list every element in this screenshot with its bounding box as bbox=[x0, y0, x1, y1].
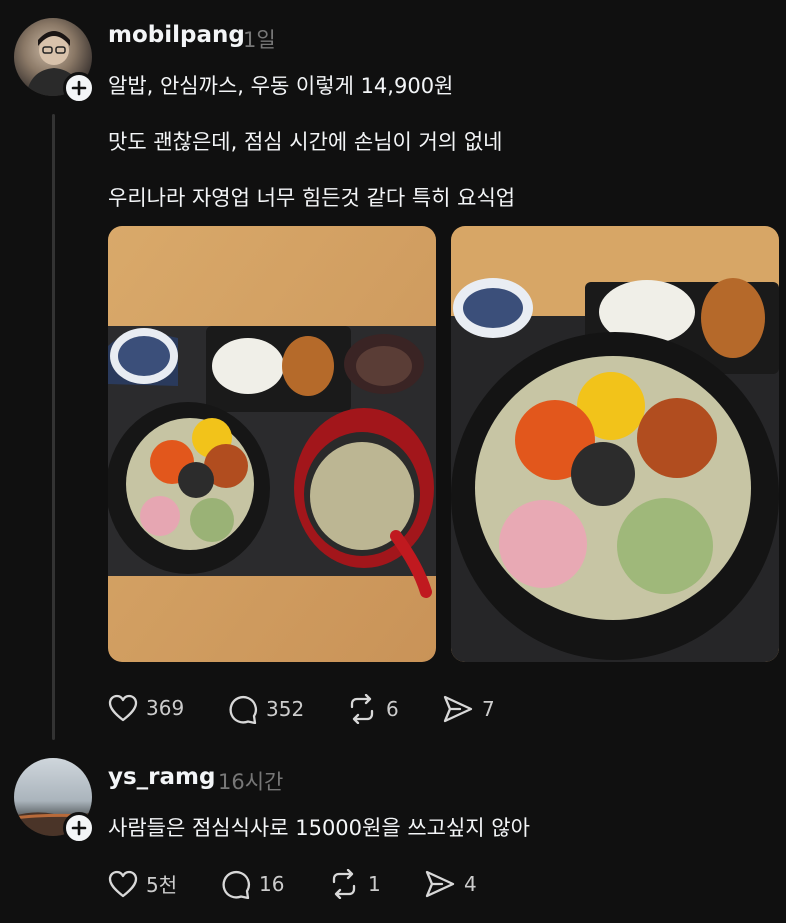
plus-icon bbox=[71, 80, 87, 96]
comment-icon bbox=[229, 695, 258, 724]
plus-icon bbox=[71, 820, 87, 836]
repost-icon bbox=[332, 869, 356, 899]
reply-text: 사람들은 점심식사로 15000원을 쓰고싶지 않아 bbox=[108, 816, 530, 840]
repost-button[interactable]: 6 bbox=[346, 694, 399, 724]
heart-icon bbox=[108, 870, 138, 897]
repost-count: 6 bbox=[386, 697, 399, 721]
reply-like-count: 5천 bbox=[146, 873, 178, 897]
post-photo-1[interactable] bbox=[108, 226, 436, 662]
share-icon bbox=[425, 870, 455, 898]
like-count: 369 bbox=[146, 696, 185, 720]
reply-timestamp[interactable]: 16시간 bbox=[218, 766, 283, 796]
thread-line bbox=[52, 114, 55, 740]
like-button[interactable]: 369 bbox=[108, 694, 184, 722]
comment-icon bbox=[222, 870, 251, 899]
post-username[interactable]: mobilpang bbox=[108, 22, 245, 48]
post-timestamp[interactable]: 1일 bbox=[243, 24, 276, 54]
comment-button[interactable]: 352 bbox=[228, 694, 304, 724]
reply-repost-count: 1 bbox=[368, 872, 381, 896]
post-photo-2[interactable] bbox=[451, 226, 779, 662]
share-icon bbox=[443, 695, 473, 723]
share-count: 7 bbox=[482, 697, 495, 721]
reply-share-count: 4 bbox=[464, 872, 477, 896]
follow-plus-button[interactable] bbox=[63, 72, 95, 104]
reply-share-button[interactable]: 4 bbox=[424, 869, 477, 899]
post-text-line-3: 우리나라 자영업 너무 힘든것 같다 특히 요식업 bbox=[108, 186, 516, 210]
reply-comment-count: 16 bbox=[259, 872, 285, 896]
reply-username[interactable]: ys_ramg bbox=[108, 764, 215, 790]
reply-follow-plus-button[interactable] bbox=[63, 812, 95, 844]
heart-icon bbox=[108, 694, 138, 722]
reply-like-button[interactable]: 5천 bbox=[108, 869, 177, 898]
comment-count: 352 bbox=[266, 697, 305, 721]
share-button[interactable]: 7 bbox=[442, 694, 495, 724]
reply-comment-button[interactable]: 16 bbox=[221, 869, 284, 899]
reply-repost-button[interactable]: 1 bbox=[328, 869, 381, 899]
post-text-line-1: 알밥, 안심까스, 우동 이렇게 14,900원 bbox=[108, 74, 454, 98]
repost-icon bbox=[350, 694, 374, 724]
post-text-line-2: 맛도 괜찮은데, 점심 시간에 손님이 거의 없네 bbox=[108, 130, 503, 154]
